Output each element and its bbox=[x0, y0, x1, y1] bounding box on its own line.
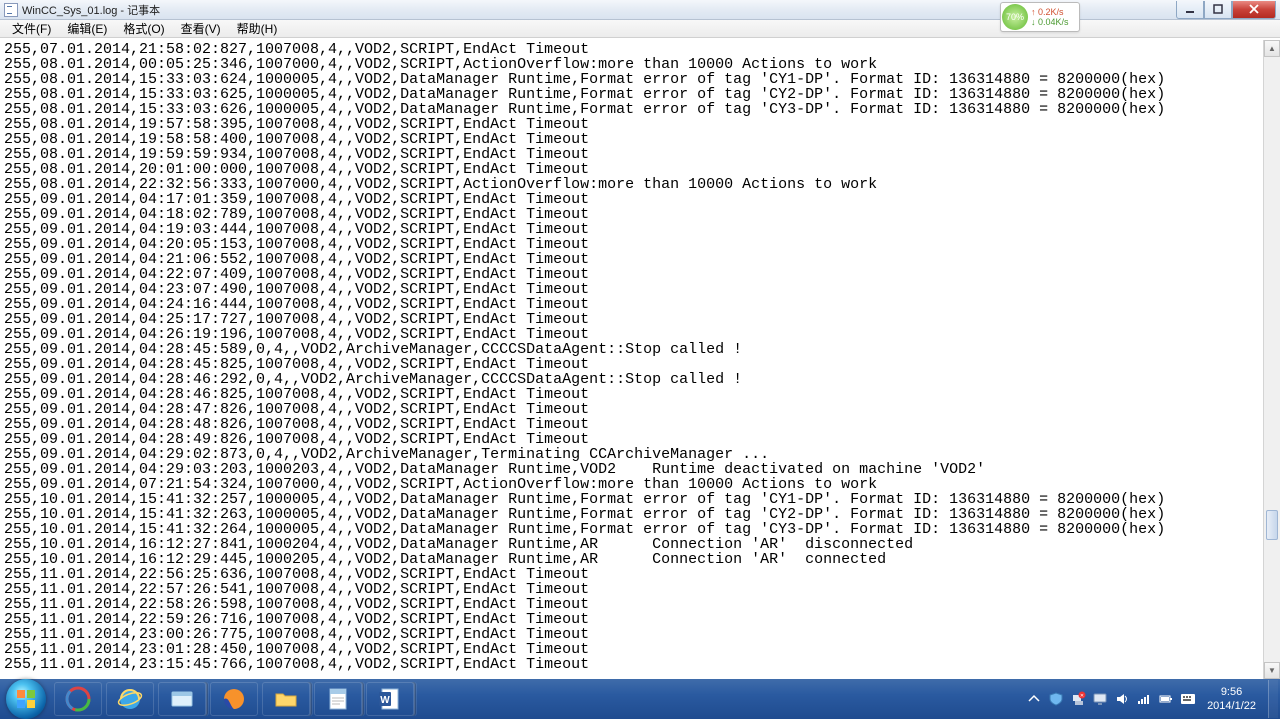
menu-view[interactable]: 查看(V) bbox=[173, 19, 229, 38]
minimize-button[interactable] bbox=[1176, 1, 1204, 19]
tray-show-hidden-icon[interactable] bbox=[1026, 691, 1042, 707]
taskbar-app-360[interactable] bbox=[54, 682, 102, 716]
start-button[interactable] bbox=[6, 679, 46, 719]
taskbar-app-notepad[interactable] bbox=[314, 682, 362, 716]
scroll-up-button[interactable]: ▲ bbox=[1264, 40, 1280, 57]
svg-text:W: W bbox=[380, 695, 390, 706]
net-download-speed: ↓ 0.04K/s bbox=[1031, 17, 1069, 27]
tray-battery-icon[interactable] bbox=[1158, 691, 1174, 707]
vertical-scrollbar[interactable]: ▲ ▼ bbox=[1263, 40, 1280, 679]
menu-help[interactable]: 帮助(H) bbox=[229, 19, 286, 38]
clock-date: 2014/1/22 bbox=[1207, 699, 1256, 713]
system-tray: ✕ 9:56 2014/1/22 bbox=[1023, 680, 1280, 718]
taskbar-app-firefox[interactable] bbox=[210, 682, 258, 716]
tray-volume-icon[interactable] bbox=[1114, 691, 1130, 707]
close-button[interactable] bbox=[1232, 1, 1276, 19]
network-meter-widget[interactable]: 70% ↑ 0.2K/s ↓ 0.04K/s bbox=[1000, 2, 1080, 32]
scroll-down-button[interactable]: ▼ bbox=[1264, 662, 1280, 679]
menu-edit[interactable]: 编辑(E) bbox=[59, 19, 115, 38]
svg-text:✕: ✕ bbox=[1080, 693, 1084, 699]
tray-monitor-icon[interactable] bbox=[1092, 691, 1108, 707]
maximize-button[interactable] bbox=[1204, 1, 1232, 19]
tray-wifi-icon[interactable] bbox=[1136, 691, 1152, 707]
taskbar-app-word[interactable]: W bbox=[366, 682, 414, 716]
taskbar-app-explorer[interactable] bbox=[158, 682, 206, 716]
window-title: WinCC_Sys_01.log - 记事本 bbox=[22, 2, 160, 18]
show-desktop-button[interactable] bbox=[1268, 680, 1278, 718]
taskbar: W ✕ 9:56 2014/1/22 bbox=[0, 679, 1280, 719]
net-percent-icon: 70% bbox=[1002, 4, 1028, 30]
clock-time: 9:56 bbox=[1207, 685, 1256, 699]
menubar: 文件(F) 编辑(E) 格式(O) 查看(V) 帮助(H) bbox=[0, 20, 1280, 38]
tray-ime-icon[interactable] bbox=[1180, 691, 1196, 707]
taskbar-app-ie[interactable] bbox=[106, 682, 154, 716]
text-content[interactable]: 255,07.01.2014,21:58:02:827,1007008,4,,V… bbox=[0, 40, 1263, 679]
tray-network-disconnected-icon[interactable]: ✕ bbox=[1070, 691, 1086, 707]
tray-clock[interactable]: 9:56 2014/1/22 bbox=[1199, 685, 1264, 713]
scroll-thumb[interactable] bbox=[1266, 510, 1278, 540]
net-upload-speed: ↑ 0.2K/s bbox=[1031, 7, 1069, 17]
menu-format[interactable]: 格式(O) bbox=[115, 19, 172, 38]
notepad-icon bbox=[4, 3, 18, 17]
menu-file[interactable]: 文件(F) bbox=[4, 19, 59, 38]
taskbar-app-folder[interactable] bbox=[262, 682, 310, 716]
titlebar: WinCC_Sys_01.log - 记事本 bbox=[0, 0, 1280, 20]
tray-shield-icon[interactable] bbox=[1048, 691, 1064, 707]
